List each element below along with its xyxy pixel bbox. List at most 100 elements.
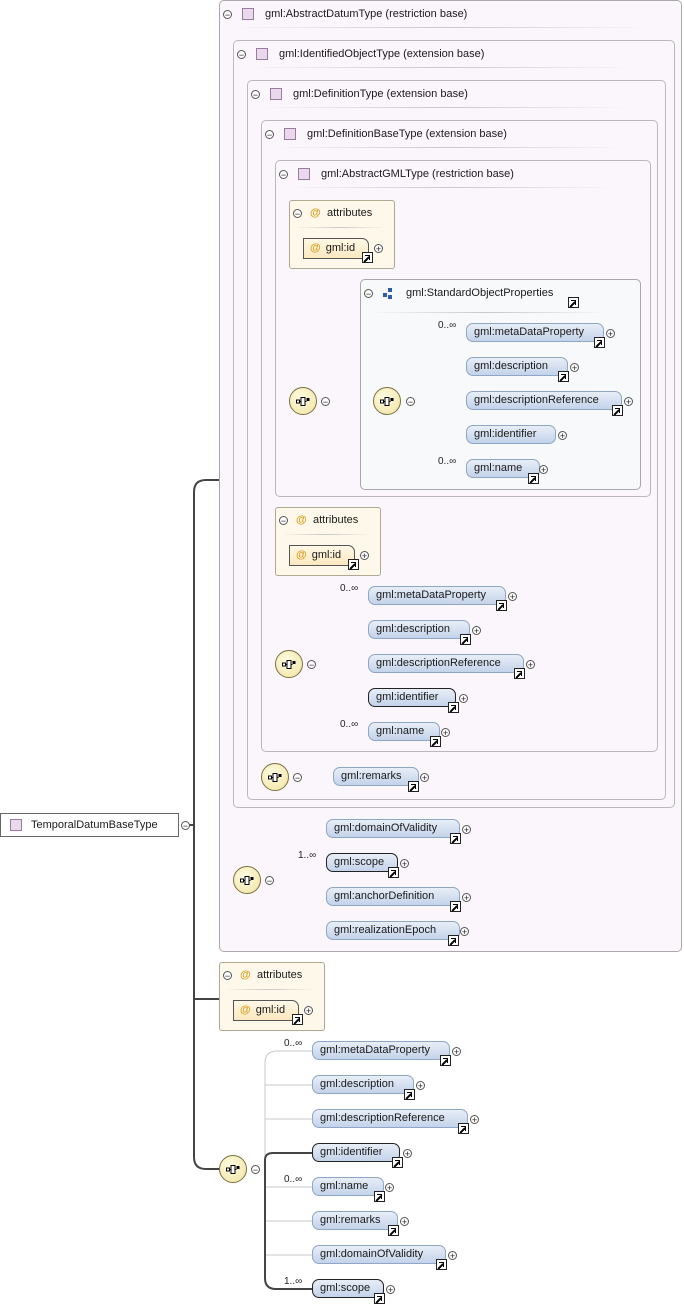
temporal-datum-base-type-node[interactable]: TemporalDatumBaseType <box>0 813 179 837</box>
element-domain-of-validity[interactable]: gml:domainOfValidity <box>312 1245 446 1264</box>
link-icon[interactable] <box>568 297 579 308</box>
link-icon[interactable] <box>408 781 419 792</box>
definition-base-type-label: gml:DefinitionBaseType (extension base) <box>307 128 507 140</box>
sequence-icon[interactable] <box>275 650 303 678</box>
element-description[interactable]: gml:description <box>312 1075 414 1094</box>
expand-icon[interactable]: + <box>448 1251 457 1261</box>
expand-icon[interactable]: + <box>386 1285 395 1295</box>
expand-icon[interactable]: + <box>459 694 468 704</box>
link-icon[interactable] <box>448 702 459 713</box>
link-icon[interactable] <box>362 252 373 263</box>
element-meta-data-property[interactable]: gml:metaDataProperty <box>368 586 506 605</box>
collapse-icon[interactable]: − <box>237 50 246 60</box>
collapse-icon[interactable]: − <box>265 130 274 140</box>
element-domain-of-validity[interactable]: gml:domainOfValidity <box>326 819 460 838</box>
link-icon[interactable] <box>388 867 399 878</box>
expand-icon[interactable]: + <box>526 660 535 670</box>
link-icon[interactable] <box>430 736 441 747</box>
expand-icon[interactable]: + <box>360 551 369 561</box>
link-icon[interactable] <box>392 1157 403 1168</box>
element-identifier[interactable]: gml:identifier <box>466 425 556 444</box>
element-description-reference[interactable]: gml:descriptionReference <box>312 1109 468 1128</box>
sequence-icon[interactable] <box>219 1155 247 1183</box>
expand-icon[interactable]: + <box>624 397 633 407</box>
link-icon[interactable] <box>440 1055 451 1066</box>
expand-icon[interactable]: + <box>570 363 579 373</box>
expand-icon[interactable]: + <box>452 1047 461 1057</box>
collapse-icon[interactable]: − <box>406 397 415 407</box>
collapse-icon[interactable]: − <box>279 170 288 180</box>
element-meta-data-property[interactable]: gml:metaDataProperty <box>466 323 604 342</box>
attribute-icon: @ <box>240 1004 251 1016</box>
expand-icon[interactable]: + <box>403 1149 412 1159</box>
link-icon[interactable] <box>514 668 525 679</box>
link-icon[interactable] <box>292 1014 303 1025</box>
element-description-reference[interactable]: gml:descriptionReference <box>466 391 622 410</box>
element-anchor-definition[interactable]: gml:anchorDefinition <box>326 887 460 906</box>
collapse-icon[interactable]: − <box>293 773 302 783</box>
link-icon[interactable] <box>460 634 471 645</box>
link-icon[interactable] <box>496 600 507 611</box>
expand-icon[interactable]: + <box>400 859 409 869</box>
element-description[interactable]: gml:description <box>368 620 470 639</box>
collapse-icon[interactable]: − <box>181 821 190 831</box>
link-icon[interactable] <box>594 337 605 348</box>
expand-icon[interactable]: + <box>420 773 429 783</box>
sequence-icon[interactable] <box>261 763 289 791</box>
element-description-reference[interactable]: gml:descriptionReference <box>368 654 524 673</box>
attribute-gml-id[interactable]: @ gml:id <box>303 238 369 259</box>
sequence-icon[interactable] <box>373 387 401 415</box>
sequence-icon[interactable] <box>233 866 261 894</box>
link-icon[interactable] <box>374 1191 385 1202</box>
identified-object-type-label: gml:IdentifiedObjectType (extension base… <box>279 48 485 60</box>
collapse-icon[interactable]: − <box>251 1165 260 1175</box>
link-icon[interactable] <box>450 901 461 912</box>
link-icon[interactable] <box>558 371 569 382</box>
element-remarks[interactable]: gml:remarks <box>333 767 419 786</box>
expand-icon[interactable]: + <box>416 1081 425 1091</box>
collapse-icon[interactable]: − <box>223 10 232 20</box>
link-icon[interactable] <box>436 1259 447 1270</box>
element-description[interactable]: gml:description <box>466 357 568 376</box>
expand-icon[interactable]: + <box>385 1183 394 1193</box>
collapse-icon[interactable]: − <box>223 971 232 981</box>
expand-icon[interactable]: + <box>470 1115 479 1125</box>
element-remarks[interactable]: gml:remarks <box>312 1211 398 1230</box>
expand-icon[interactable]: + <box>508 592 517 602</box>
link-icon[interactable] <box>404 1089 415 1100</box>
expand-icon[interactable]: + <box>441 728 450 738</box>
attribute-gml-id[interactable]: @ gml:id <box>289 545 355 566</box>
link-icon[interactable] <box>450 833 461 844</box>
collapse-icon[interactable]: − <box>251 90 260 100</box>
link-icon[interactable] <box>612 405 623 416</box>
collapse-icon[interactable]: − <box>279 516 288 526</box>
sequence-glyph-icon <box>380 397 394 406</box>
expand-icon[interactable]: + <box>558 431 567 441</box>
collapse-icon[interactable]: − <box>321 397 330 407</box>
sequence-icon[interactable] <box>289 387 317 415</box>
expand-icon[interactable]: + <box>462 893 471 903</box>
link-icon[interactable] <box>388 1225 399 1236</box>
expand-icon[interactable]: + <box>400 1217 409 1227</box>
element-identifier[interactable]: gml:identifier <box>368 688 456 707</box>
expand-icon[interactable]: + <box>460 927 469 937</box>
link-icon[interactable] <box>528 473 539 484</box>
expand-icon[interactable]: + <box>472 626 481 636</box>
attribute-gml-id[interactable]: @ gml:id <box>233 1000 299 1021</box>
element-meta-data-property[interactable]: gml:metaDataProperty <box>312 1041 450 1060</box>
collapse-icon[interactable]: − <box>307 660 316 670</box>
link-icon[interactable] <box>374 1293 385 1304</box>
expand-icon[interactable]: + <box>462 825 471 835</box>
link-icon[interactable] <box>448 935 459 946</box>
link-icon[interactable] <box>458 1123 469 1134</box>
expand-icon[interactable]: + <box>539 465 548 475</box>
expand-icon[interactable]: + <box>304 1006 313 1016</box>
expand-icon[interactable]: + <box>606 329 615 339</box>
collapse-icon[interactable]: − <box>364 289 373 299</box>
collapse-icon[interactable]: − <box>293 209 302 219</box>
expand-icon[interactable]: + <box>374 244 383 254</box>
element-realization-epoch[interactable]: gml:realizationEpoch <box>326 921 460 940</box>
link-icon[interactable] <box>348 559 359 570</box>
element-identifier[interactable]: gml:identifier <box>312 1143 400 1162</box>
collapse-icon[interactable]: − <box>265 876 274 886</box>
